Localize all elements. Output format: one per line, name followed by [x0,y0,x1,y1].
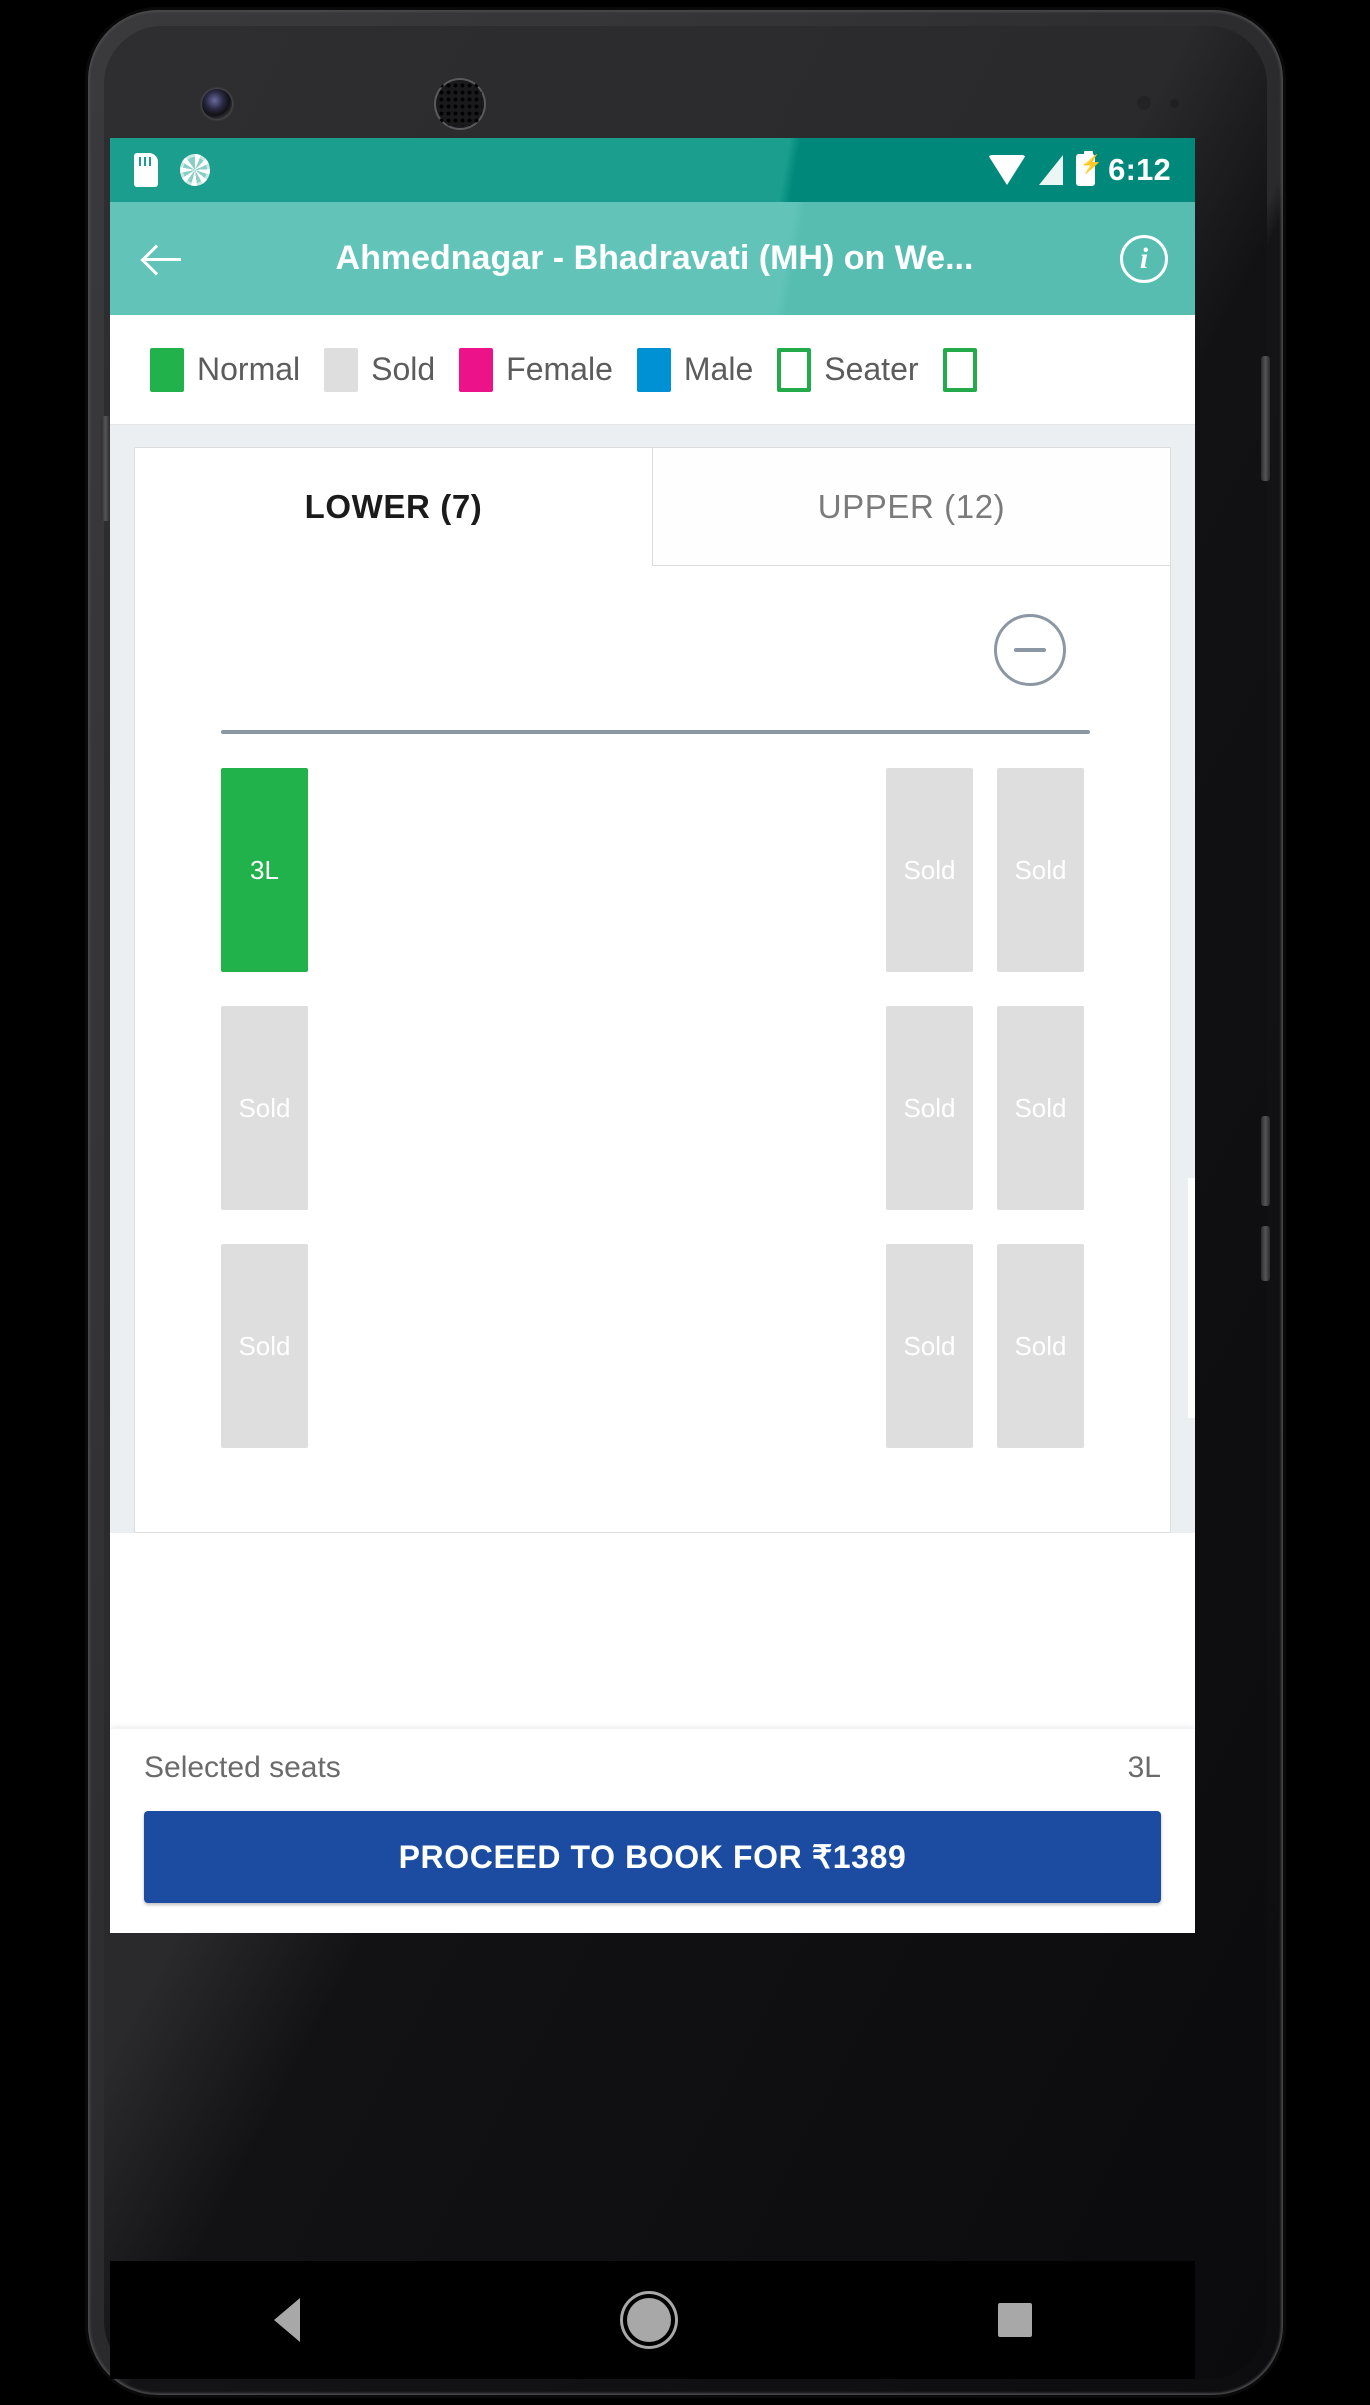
status-bar-right-icons: 6:12 [988,151,1171,188]
nav-home-icon[interactable] [626,2298,671,2342]
legend-item-sold: Sold [324,347,436,392]
wifi-icon [988,155,1027,185]
scrollbar[interactable] [1188,1178,1195,1418]
sync-icon [180,154,210,186]
legend-item-male: Male [636,347,754,392]
seat-sold: Sold [886,1006,973,1210]
volume-up-button[interactable] [101,416,110,521]
seat-grid: 3L Sold Sold Sold Sold Sold Sold Sold So… [135,734,1170,1448]
phone-screen: 6:12 Ahmednagar - Bhadravati (MH) on We.… [110,138,1195,1933]
status-bar: 6:12 [110,138,1195,202]
seat-sold: Sold [997,1006,1084,1210]
legend-swatch-normal [150,347,184,392]
phone-device-frame: 6:12 Ahmednagar - Bhadravati (MH) on We.… [88,10,1283,2395]
seat-sold: Sold [221,1006,308,1210]
seat-pair-right: Sold Sold [886,1244,1084,1448]
app-bar: Ahmednagar - Bhadravati (MH) on We... i [110,202,1195,315]
side-button-extra[interactable] [1261,1226,1270,1281]
seat-sold: Sold [997,1244,1084,1448]
seat-layout-card: LOWER (7) UPPER (12) 3L Sold Sold Sold S… [134,447,1171,1533]
legend-swatch-male [636,347,671,392]
nav-back-icon[interactable] [273,2298,300,2342]
legend-label-sold: Sold [371,351,436,387]
back-arrow-icon[interactable] [137,233,189,285]
legend-item-female: Female [459,347,613,392]
proceed-to-book-button[interactable]: PROCEED TO BOOK FOR ₹1389 [144,1811,1161,1903]
seat-row: Sold Sold Sold [221,1244,1084,1448]
legend-label-seater: Seater [824,351,919,387]
seat-sold: Sold [221,1244,308,1448]
legend-swatch-seater [777,347,812,392]
nav-recents-icon[interactable] [997,2303,1032,2337]
status-bar-clock: 6:12 [1108,152,1171,187]
legend-label-male: Male [683,351,754,387]
legend-label-female: Female [506,351,613,387]
steering-wheel-icon [994,614,1066,686]
legend-swatch-female [459,347,494,392]
legend-item-sleeper-cutoff [942,347,990,392]
booking-bottom-bar: Selected seats 3L PROCEED TO BOOK FOR ₹1… [110,1729,1195,1933]
seat-sold: Sold [886,768,973,972]
selected-seats-label: Selected seats [144,1751,341,1784]
legend-label-normal: Normal [197,351,301,387]
legend-item-seater: Seater [777,347,919,392]
seat-row: Sold Sold Sold [221,1006,1084,1210]
status-bar-left-icons [134,153,210,187]
deck-tabs: LOWER (7) UPPER (12) [135,448,1170,566]
page-title: Ahmednagar - Bhadravati (MH) on We... [335,239,974,277]
volume-down-button[interactable] [1261,1116,1270,1206]
proximity-sensor [1137,96,1151,110]
android-navigation-bar [110,2261,1195,2379]
seat-legend: Normal Sold Female Male Seater [110,315,1195,425]
tab-lower[interactable]: LOWER (7) [135,448,652,566]
seat-sold: Sold [886,1244,973,1448]
battery-charging-icon [1076,151,1103,186]
power-button[interactable] [1261,356,1270,481]
cellular-signal-icon [1039,155,1064,185]
info-icon[interactable]: i [1120,234,1168,283]
selected-seats-row: Selected seats 3L [144,1751,1161,1785]
legend-item-normal: Normal [150,347,301,392]
lower-deck-panel: 3L Sold Sold Sold Sold Sold Sold Sold So… [135,566,1170,1448]
device-bezel: 6:12 Ahmednagar - Bhadravati (MH) on We.… [101,26,1270,2379]
seat-3L[interactable]: 3L [221,768,308,972]
legend-swatch-sold [324,347,359,392]
light-sensor [1170,99,1179,108]
seat-row: 3L Sold Sold [221,768,1084,972]
seat-pair-right: Sold Sold [886,1006,1084,1210]
front-camera [202,89,232,119]
tab-upper[interactable]: UPPER (12) [652,448,1170,566]
earpiece-speaker [434,78,486,130]
sdcard-icon [134,153,158,187]
seat-layout-region: LOWER (7) UPPER (12) 3L Sold Sold Sold S… [110,425,1195,1533]
seat-sold: Sold [997,768,1084,972]
legend-swatch-sleeper [942,347,977,392]
selected-seats-value: 3L [1127,1751,1161,1784]
speaker-mesh [438,82,482,126]
seat-pair-right: Sold Sold [886,768,1084,972]
